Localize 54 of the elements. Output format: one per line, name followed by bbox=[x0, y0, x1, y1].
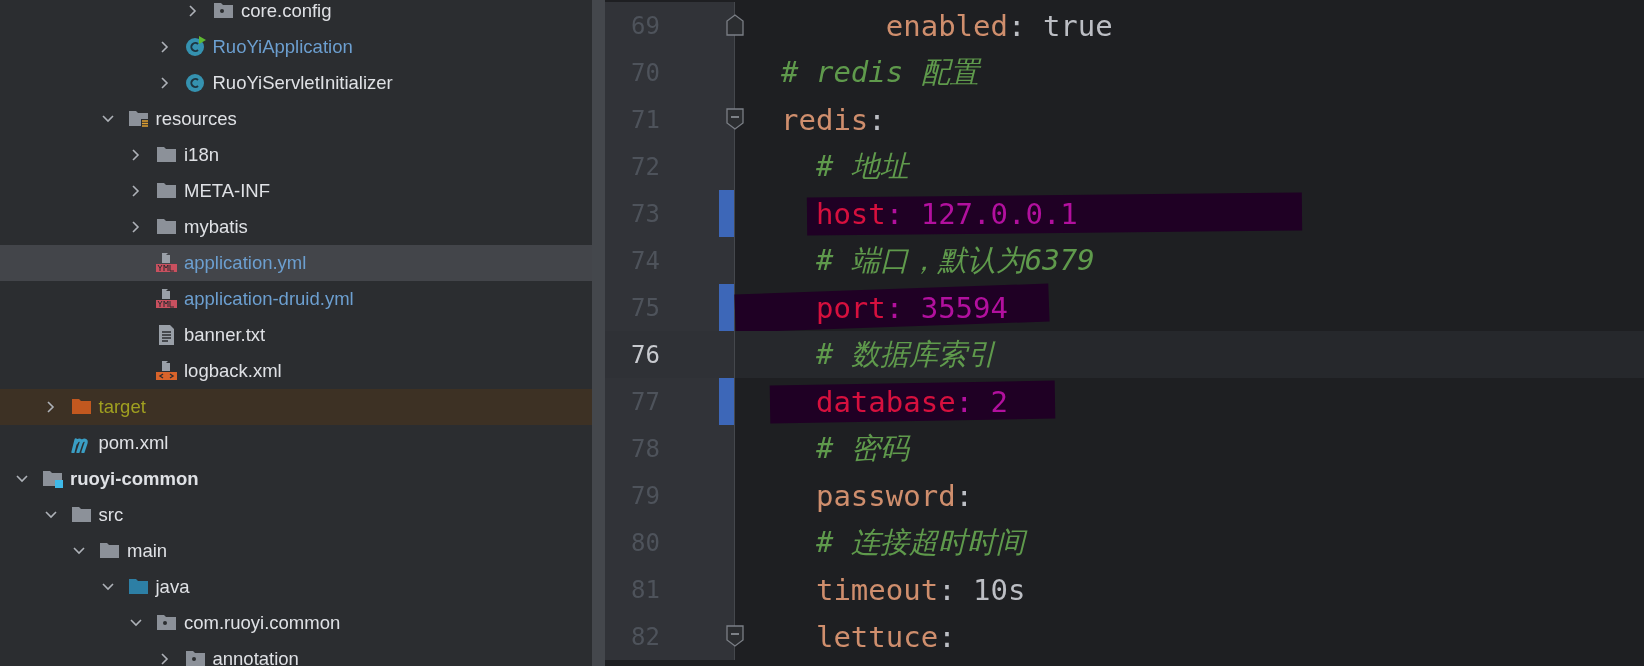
scrollbar[interactable] bbox=[592, 0, 605, 666]
code-line: enabled: true bbox=[884, 8, 1113, 43]
class-icon bbox=[184, 72, 206, 93]
folder-icon bbox=[156, 216, 177, 237]
resources-folder-icon bbox=[127, 108, 149, 129]
tree-item[interactable]: ruoyi-common bbox=[0, 460, 592, 497]
tree-item[interactable]: resources bbox=[0, 100, 592, 137]
line-number: 76 bbox=[630, 340, 660, 369]
fold-marker-icon[interactable] bbox=[726, 625, 744, 647]
code-line: password: bbox=[814, 478, 974, 513]
tree-item[interactable]: banner.txt bbox=[0, 316, 592, 353]
tree-item[interactable]: core.config bbox=[0, 0, 592, 29]
tree-item[interactable]: logback.xml bbox=[0, 352, 592, 389]
code-line: redis: bbox=[781, 102, 886, 137]
tree-item[interactable]: src bbox=[0, 496, 592, 533]
code-line: # 数据库索引 bbox=[814, 335, 996, 373]
tree-item[interactable]: annotation bbox=[0, 640, 592, 666]
fold-marker-icon[interactable] bbox=[726, 108, 744, 130]
folder-icon bbox=[99, 540, 120, 561]
tree-item[interactable]: META-INF bbox=[0, 172, 592, 209]
yml-file-icon bbox=[156, 252, 177, 273]
code-line: database: 2 bbox=[814, 384, 1008, 419]
tree-item[interactable]: target bbox=[0, 388, 592, 425]
tree-item[interactable]: RuoYiApplication bbox=[0, 28, 592, 65]
tree-item[interactable]: mybatis bbox=[0, 208, 592, 245]
package-folder-icon bbox=[156, 612, 177, 633]
fold-marker-icon[interactable] bbox=[726, 14, 744, 36]
code-line: port: 35594 bbox=[814, 290, 1008, 325]
folder-icon bbox=[156, 180, 177, 201]
yml-file-icon bbox=[156, 288, 177, 309]
tree-item[interactable]: RuoYiServletInitializer bbox=[0, 64, 592, 101]
change-marker[interactable] bbox=[719, 284, 734, 331]
tree-item[interactable]: java bbox=[0, 568, 592, 605]
code-line: # 端口，默认为6379 bbox=[814, 241, 1095, 279]
change-marker[interactable] bbox=[719, 190, 734, 237]
code-line: # 密码 bbox=[814, 429, 909, 467]
xml-file-icon bbox=[156, 360, 177, 381]
folder-icon bbox=[156, 144, 177, 165]
code-line: lettuce: bbox=[814, 619, 956, 654]
folder-icon bbox=[70, 396, 92, 417]
change-marker[interactable] bbox=[719, 378, 734, 425]
code-line: # 地址 bbox=[814, 147, 909, 185]
folder-icon bbox=[70, 504, 92, 525]
tree-item[interactable]: application-druid.yml bbox=[0, 280, 592, 317]
class-icon bbox=[184, 36, 206, 57]
tree-item[interactable]: com.ruoyi.common bbox=[0, 604, 592, 641]
tree-item[interactable]: i18n bbox=[0, 136, 592, 173]
module-folder-icon bbox=[42, 468, 63, 489]
code-line: host: 127.0.0.1 bbox=[814, 196, 1078, 231]
code-line: timeout: 10s bbox=[814, 572, 1026, 607]
folder-icon bbox=[127, 576, 149, 597]
text-file-icon bbox=[156, 324, 177, 345]
tree-item[interactable]: pom.xml bbox=[0, 424, 592, 461]
tree-item[interactable]: main bbox=[0, 532, 592, 569]
